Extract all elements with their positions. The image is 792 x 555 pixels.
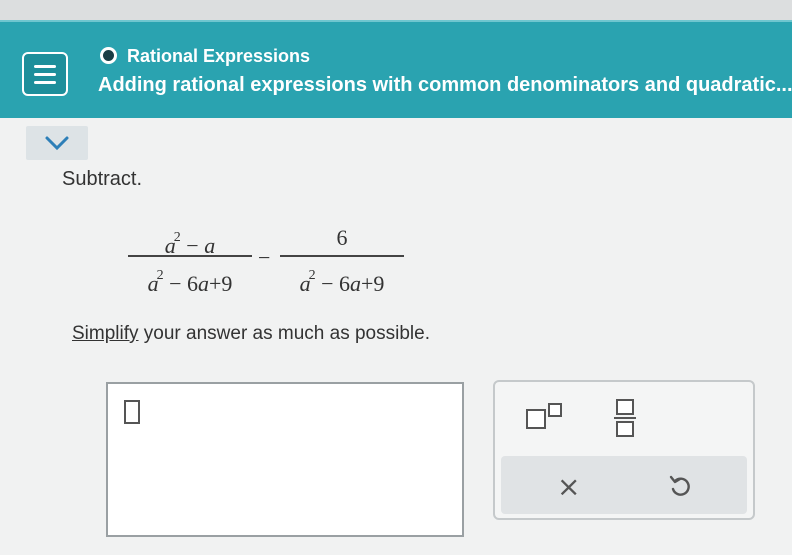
topic-label: Rational Expressions [127,46,311,66]
chevron-down-icon [45,136,69,151]
exponent-icon[interactable] [525,402,565,430]
clear-button[interactable]: × [557,470,580,503]
fraction-icon[interactable] [613,398,637,438]
menu-button[interactable] [22,52,68,96]
fraction-1-denominator: a2 − 6a+9 [147,268,233,296]
fraction-1-numerator: a2 − a [164,230,216,258]
fraction-2-numerator: 6 [336,225,348,250]
ring-icon [100,47,117,64]
fraction-2: 6 a2 − 6a+9 [280,215,404,296]
answer-input[interactable] [106,382,464,537]
subtract-operator: − [258,245,271,270]
fraction-1: a2 − a a2 − 6a+9 [128,215,252,296]
toolpad-action-row: × [501,456,747,514]
problem-prompt: Subtract. [62,168,143,190]
math-toolpad: × [493,380,755,520]
page-title: Adding rational expressions with common … [98,74,792,96]
simplify-link[interactable]: Simplify [72,323,139,344]
instruction-rest: your answer as much as possible. [138,323,430,344]
fraction-2-denominator: a2 − 6a+9 [299,268,385,296]
input-placeholder-box [124,400,140,424]
undo-icon[interactable] [669,474,691,498]
collapse-button[interactable] [26,126,88,160]
math-expression: a2 − a a2 − 6a+9 − 6 a2 − 6a+9 [128,215,428,305]
header-bar [0,20,792,118]
instruction-text: Simplify your answer as much as possible… [72,323,430,345]
browser-strip [0,0,792,20]
